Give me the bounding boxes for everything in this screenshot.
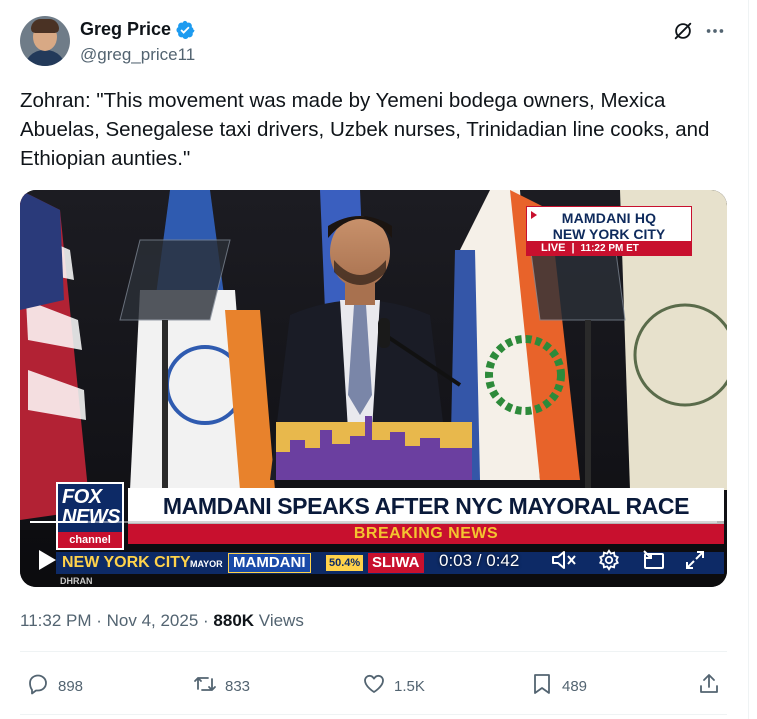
progress-fill[interactable] [30,521,79,523]
tweet-date[interactable]: Nov 4, 2025 [107,611,199,630]
location-bug-line2: NEW YORK CITY [552,226,666,242]
reply-icon [26,672,50,700]
share-button[interactable] [697,672,721,700]
fox-logo-news: NEWS [62,506,121,528]
breaking-bar: BREAKING NEWS [128,524,724,544]
reply-button[interactable]: 898 [26,672,83,700]
fox-news-logo: FOX NEWS channel [56,482,124,550]
author-display-name[interactable]: Greg Price [80,19,171,40]
mute-icon[interactable] [551,549,577,571]
author-name-row: Greg Price [80,19,195,40]
ticker-race: MAYOR [190,559,223,569]
author-handle[interactable]: @greg_price11 [80,45,195,65]
breaking-text: BREAKING NEWS [353,525,499,542]
progress-track[interactable] [30,521,717,523]
ticker-city: NEW YORK CITY [62,554,191,571]
ticker-candidate1: MAMDANI [228,553,311,573]
live-time: 11:22 PM ET [580,242,639,254]
like-count: 1.5K [394,677,425,695]
bookmark-count: 489 [562,677,588,695]
ticker-bottom-fragment: DHRAN [60,576,93,586]
video-player[interactable]: MAMDANI HQ NEW YORK CITY LIVE | 11:22 PM… [20,190,727,587]
more-horizontal-icon[interactable] [704,20,726,42]
repost-count: 833 [225,677,251,695]
column-border [748,0,749,719]
divider-top [20,651,727,652]
play-icon[interactable] [36,548,58,572]
location-bug: MAMDANI HQ NEW YORK CITY LIVE | 11:22 PM… [526,206,692,256]
headline-bar: MAMDANI SPEAKS AFTER NYC MAYORAL RACE VI… [128,488,724,546]
share-icon [697,672,721,700]
grok-icon[interactable] [672,20,694,42]
video-time-readout: 0:03 / 0:42 [439,551,520,570]
ticker-candidate2: SLIWA [368,553,424,573]
fullscreen-icon[interactable] [684,549,706,571]
tweet-meta: 11:32 PM · Nov 4, 2025 · 880K Views [20,611,304,631]
live-divider: | [571,242,575,254]
verified-badge-icon[interactable] [175,20,195,40]
divider-bottom [20,714,727,715]
results-ticker: NEW YORK CITY MAYOR MAMDANI 50.4% SLIWA [56,552,724,574]
like-button[interactable]: 1.5K [362,672,425,700]
avatar-hair [31,19,59,33]
bookmark-button[interactable]: 489 [530,672,587,700]
repost-icon [193,672,217,700]
live-bar: LIVE | 11:22 PM ET [527,241,691,255]
lower-third: FOX NEWS channel MAMDANI SPEAKS AFTER NY… [56,482,724,550]
meta-separator-2: · [198,611,214,630]
settings-gear-icon[interactable] [598,549,620,571]
avatar-shirt [24,50,66,66]
meta-separator: · [91,611,107,630]
bookmark-icon [530,672,554,700]
avatar[interactable] [20,16,70,66]
heart-icon [362,672,386,700]
fox-logo-channel: channel [58,532,122,548]
views-label: Views [258,611,304,630]
repost-button[interactable]: 833 [193,672,250,700]
location-bug-line1: MAMDANI HQ [561,210,657,226]
ticker-candidate1-pct: 50.4% [326,555,364,571]
live-label: LIVE [541,242,566,254]
views-count: 880K [213,611,255,630]
tweet-text: Zohran: "This movement was made by Yemen… [20,89,710,170]
picture-in-picture-icon[interactable] [642,549,666,571]
reply-count: 898 [58,677,84,695]
tweet-time[interactable]: 11:32 PM [20,611,92,630]
